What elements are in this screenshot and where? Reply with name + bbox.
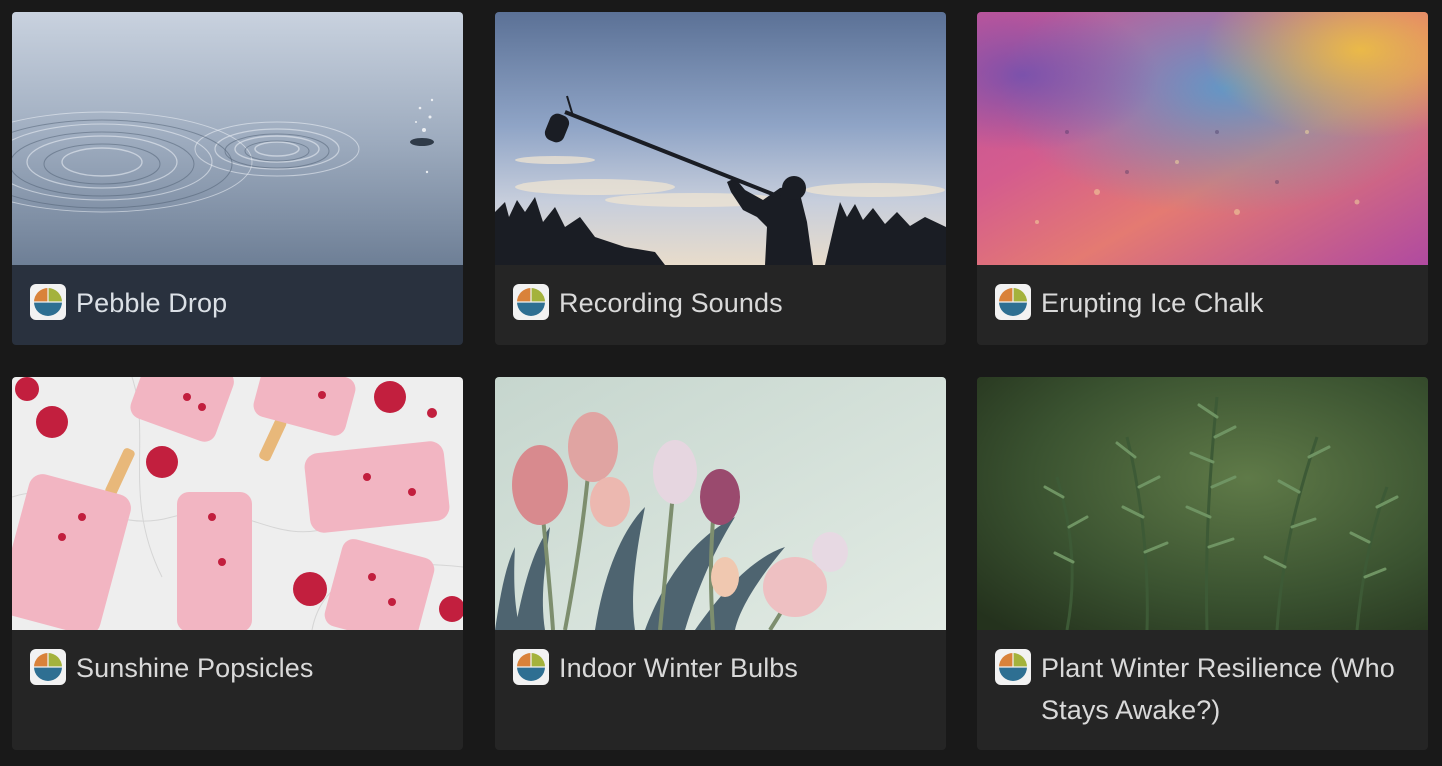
card-cover-image (495, 377, 946, 630)
card-cover-image (12, 12, 463, 265)
season-circle-icon (995, 649, 1031, 685)
season-circle-icon (30, 649, 66, 685)
card-title: Plant Winter Resilience (Who Stays Awake… (1041, 653, 1395, 725)
season-circle-icon (30, 284, 66, 320)
season-circle-icon (513, 649, 549, 685)
season-circle-icon (995, 284, 1031, 320)
card-title: Pebble Drop (76, 288, 228, 318)
card-cover-image (495, 12, 946, 265)
card-title: Recording Sounds (559, 288, 783, 318)
card-cover-image (12, 377, 463, 630)
gallery-card-pebble-drop[interactable]: Pebble Drop (12, 12, 463, 345)
gallery-grid: Pebble Drop Recording Sounds Erupting Ic… (0, 0, 1442, 766)
card-title: Erupting Ice Chalk (1041, 288, 1264, 318)
gallery-card-recording-sounds[interactable]: Recording Sounds (495, 12, 946, 345)
gallery-card-plant-winter-resilience[interactable]: Plant Winter Resilience (Who Stays Awake… (977, 377, 1428, 750)
gallery-card-indoor-winter-bulbs[interactable]: Indoor Winter Bulbs (495, 377, 946, 750)
card-cover-image (977, 377, 1428, 630)
card-title: Sunshine Popsicles (76, 653, 314, 683)
card-title: Indoor Winter Bulbs (559, 653, 799, 683)
card-cover-image (977, 12, 1428, 265)
gallery-card-erupting-ice-chalk[interactable]: Erupting Ice Chalk (977, 12, 1428, 345)
gallery-card-sunshine-popsicles[interactable]: Sunshine Popsicles (12, 377, 463, 750)
season-circle-icon (513, 284, 549, 320)
